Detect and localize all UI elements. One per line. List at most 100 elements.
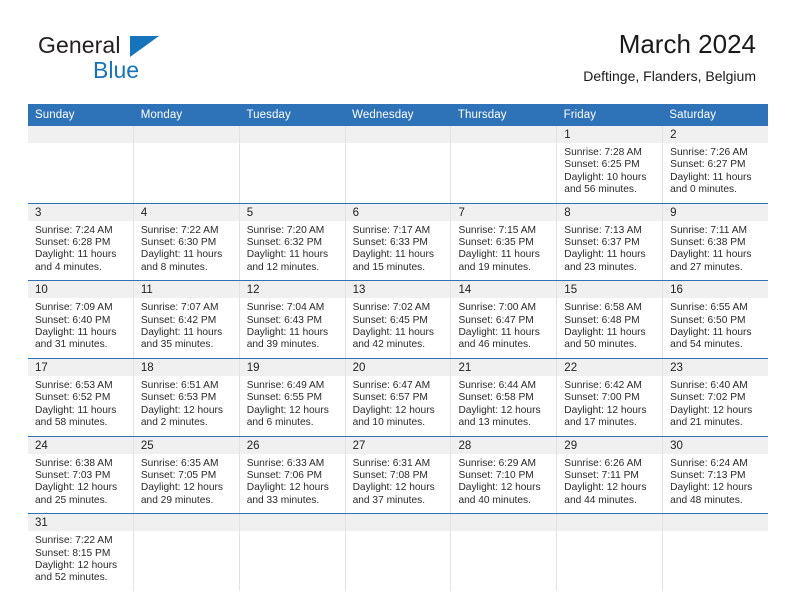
daylight-text-line2: and 50 minutes. (564, 339, 637, 351)
calendar-day-cell-empty (557, 514, 664, 591)
weekday-header-sunday: Sunday (35, 109, 75, 121)
day-number (133, 126, 239, 143)
calendar-day-cell[interactable]: 19 Sunrise: 6:49 AM Sunset: 6:55 PM Dayligh… (239, 358, 346, 436)
calendar-day-cell[interactable]: 2 Sunrise: 7:26 AM Sunset: 6:27 PM Daylight… (663, 126, 769, 203)
day-sun-info: Sunrise: 7:13 AM Sunset: 6:37 PM Daylight:… (557, 221, 662, 281)
daylight-text-line1: Daylight: 11 hours (458, 249, 540, 261)
daylight-text-line1: Daylight: 12 hours (458, 404, 541, 416)
calendar-week-row: 3 Sunrise: 7:24 AM Sunset: 6:28 PM Daylight… (28, 202, 769, 281)
sunrise-text: Sunrise: 6:24 AM (670, 457, 748, 469)
day-number: 2 (663, 126, 769, 143)
sunset-text: Sunset: 6:48 PM (564, 314, 640, 326)
daylight-text-line1: Daylight: 12 hours (352, 482, 435, 494)
daylight-text-line2: and 19 minutes. (458, 261, 531, 273)
calendar-day-cell[interactable]: 30 Sunrise: 6:24 AM Sunset: 7:13 PM Dayligh… (663, 436, 769, 514)
day-sun-info: Sunrise: 7:09 AM Sunset: 6:40 PM Daylight:… (28, 298, 133, 358)
day-number: 24 (28, 436, 133, 454)
calendar-week-row: 17 Sunrise: 6:53 AM Sunset: 6:52 PM Dayligh… (28, 357, 769, 436)
daylight-text-line1: Daylight: 11 hours (35, 249, 117, 261)
calendar-page: General Blue March 2024 Deftinge, Flande… (0, 0, 792, 612)
sunrise-text: Sunrise: 6:49 AM (246, 379, 325, 391)
page-header: General Blue March 2024 Deftinge, Flande… (0, 0, 792, 84)
calendar-day-cell[interactable]: 24 Sunrise: 6:38 AM Sunset: 7:03 PM Dayligh… (28, 436, 134, 514)
daylight-text-line2: and 37 minutes. (352, 494, 426, 506)
sunset-text: Sunset: 6:40 PM (35, 314, 111, 326)
sunset-text: Sunset: 7:06 PM (246, 469, 323, 481)
calendar-day-cell-empty (451, 514, 558, 591)
calendar-day-cell[interactable]: 20 Sunrise: 6:47 AM Sunset: 6:57 PM Dayligh… (345, 358, 452, 436)
sunrise-text: Sunrise: 6:31 AM (352, 457, 431, 469)
daylight-text-line1: Daylight: 11 hours (670, 327, 752, 339)
calendar-day-cell[interactable]: 5 Sunrise: 7:20 AM Sunset: 6:32 PM Daylight… (239, 203, 346, 281)
calendar-day-cell[interactable]: 3 Sunrise: 7:24 AM Sunset: 6:28 PM Daylight… (28, 203, 134, 281)
sunset-text: Sunset: 6:25 PM (564, 159, 640, 171)
calendar-day-cell[interactable]: 21 Sunrise: 6:44 AM Sunset: 6:58 PM Dayligh… (451, 358, 558, 436)
day-number: 3 (28, 203, 133, 221)
calendar-day-cell[interactable]: 8 Sunrise: 7:13 AM Sunset: 6:37 PM Daylight… (557, 203, 664, 281)
sunrise-text: Sunrise: 6:44 AM (458, 379, 537, 391)
day-number: 23 (663, 358, 769, 376)
calendar-day-cell[interactable]: 22 Sunrise: 6:42 AM Sunset: 7:00 PM Dayligh… (557, 358, 664, 436)
daylight-text-line1: Daylight: 12 hours (458, 482, 541, 494)
calendar-day-cell[interactable]: 18 Sunrise: 6:51 AM Sunset: 6:53 PM Dayligh… (133, 358, 240, 436)
calendar-day-cell[interactable]: 1 Sunrise: 7:28 AM Sunset: 6:25 PM Daylight… (557, 126, 664, 203)
calendar-day-cell[interactable]: 16 Sunrise: 6:55 AM Sunset: 6:50 PM Dayligh… (663, 281, 769, 358)
daylight-text-line2: and 29 minutes. (140, 494, 214, 506)
day-sun-info: Sunrise: 6:35 AM Sunset: 7:05 PM Daylight:… (134, 454, 239, 514)
calendar-day-cell-empty (133, 514, 240, 591)
day-sun-info: Sunrise: 7:04 AM Sunset: 6:43 PM Daylight:… (240, 298, 345, 358)
day-number: 29 (557, 436, 663, 454)
daylight-text-line2: and 6 minutes. (246, 417, 314, 429)
calendar-day-cell[interactable]: 28 Sunrise: 6:29 AM Sunset: 7:10 PM Dayligh… (451, 436, 558, 514)
calendar-day-cell[interactable]: 29 Sunrise: 6:26 AM Sunset: 7:11 PM Dayligh… (557, 436, 664, 514)
calendar-day-cell[interactable]: 14 Sunrise: 7:00 AM Sunset: 6:47 PM Dayligh… (451, 281, 558, 358)
daylight-text-line2: and 10 minutes. (352, 417, 426, 429)
calendar-day-cell[interactable]: 26 Sunrise: 6:33 AM Sunset: 7:06 PM Dayligh… (239, 436, 346, 514)
daylight-text-line1: Daylight: 11 hours (458, 327, 540, 339)
daylight-text-line2: and 4 minutes. (35, 261, 102, 273)
day-sun-info: Sunrise: 7:26 AM Sunset: 6:27 PM Daylight:… (663, 143, 768, 203)
calendar-day-cell[interactable]: 10 Sunrise: 7:09 AM Sunset: 6:40 PM Dayligh… (28, 281, 134, 358)
daylight-text-line2: and 17 minutes. (564, 417, 637, 429)
day-number: 25 (133, 436, 239, 454)
sunset-text: Sunset: 6:32 PM (246, 237, 323, 249)
weekday-header-row: Sunday Monday Tuesday Wednesday Thursday… (28, 104, 768, 126)
day-sun-info: Sunrise: 6:26 AM Sunset: 7:11 PM Daylight:… (557, 454, 662, 514)
sunrise-text: Sunrise: 6:40 AM (670, 379, 748, 391)
day-sun-info: Sunrise: 6:42 AM Sunset: 7:00 PM Daylight:… (557, 376, 662, 436)
calendar-day-cell[interactable]: 11 Sunrise: 7:07 AM Sunset: 6:42 PM Dayligh… (133, 281, 240, 358)
calendar-day-cell[interactable]: 7 Sunrise: 7:15 AM Sunset: 6:35 PM Daylight… (451, 203, 558, 281)
calendar-day-cell[interactable]: 6 Sunrise: 7:17 AM Sunset: 6:33 PM Daylight… (345, 203, 452, 281)
calendar-week-row: 1 Sunrise: 7:28 AM Sunset: 6:25 PM Daylight… (28, 126, 769, 203)
sunrise-text: Sunrise: 7:07 AM (140, 302, 219, 314)
day-number: 16 (663, 281, 769, 299)
calendar-day-cell[interactable]: 17 Sunrise: 6:53 AM Sunset: 6:52 PM Dayligh… (28, 358, 134, 436)
sunrise-text: Sunrise: 7:24 AM (35, 224, 113, 236)
day-number (239, 514, 345, 532)
calendar-day-cell[interactable]: 12 Sunrise: 7:04 AM Sunset: 6:43 PM Dayligh… (239, 281, 346, 358)
sunset-text: Sunset: 8:15 PM (35, 547, 111, 559)
sunset-text: Sunset: 6:28 PM (35, 237, 111, 249)
calendar-day-cell[interactable]: 23 Sunrise: 6:40 AM Sunset: 7:02 PM Dayligh… (663, 358, 769, 436)
calendar-day-cell[interactable]: 4 Sunrise: 7:22 AM Sunset: 6:30 PM Daylight… (133, 203, 240, 281)
day-number: 4 (133, 203, 239, 221)
sunset-text: Sunset: 6:35 PM (458, 237, 534, 249)
daylight-text-line2: and 31 minutes. (35, 339, 108, 351)
daylight-text-line1: Daylight: 11 hours (246, 327, 329, 339)
calendar-day-cell[interactable]: 27 Sunrise: 6:31 AM Sunset: 7:08 PM Dayligh… (345, 436, 452, 514)
calendar-day-cell[interactable]: 25 Sunrise: 6:35 AM Sunset: 7:05 PM Dayligh… (133, 436, 240, 514)
calendar-day-cell[interactable]: 9 Sunrise: 7:11 AM Sunset: 6:38 PM Daylight… (663, 203, 769, 281)
daylight-text-line2: and 39 minutes. (246, 339, 320, 351)
day-sun-info: Sunrise: 6:31 AM Sunset: 7:08 PM Daylight:… (346, 454, 451, 514)
sunset-text: Sunset: 6:52 PM (35, 392, 111, 404)
calendar-day-cell[interactable]: 31 Sunrise: 7:22 AM Sunset: 8:15 PM Dayligh… (28, 514, 134, 591)
calendar-day-cell[interactable]: 15 Sunrise: 6:58 AM Sunset: 6:48 PM Dayligh… (557, 281, 664, 358)
sunset-text: Sunset: 7:00 PM (564, 392, 640, 404)
page-title: March 2024 (618, 29, 756, 59)
weekday-header-saturday: Saturday (669, 109, 717, 121)
calendar-day-cell[interactable]: 13 Sunrise: 7:02 AM Sunset: 6:45 PM Dayligh… (345, 281, 452, 358)
sunset-text: Sunset: 6:53 PM (140, 392, 217, 404)
day-sun-info: Sunrise: 6:49 AM Sunset: 6:55 PM Daylight:… (240, 376, 345, 436)
calendar-week-row: 10 Sunrise: 7:09 AM Sunset: 6:40 PM Dayligh… (28, 280, 769, 358)
daylight-text-line2: and 48 minutes. (670, 494, 743, 506)
